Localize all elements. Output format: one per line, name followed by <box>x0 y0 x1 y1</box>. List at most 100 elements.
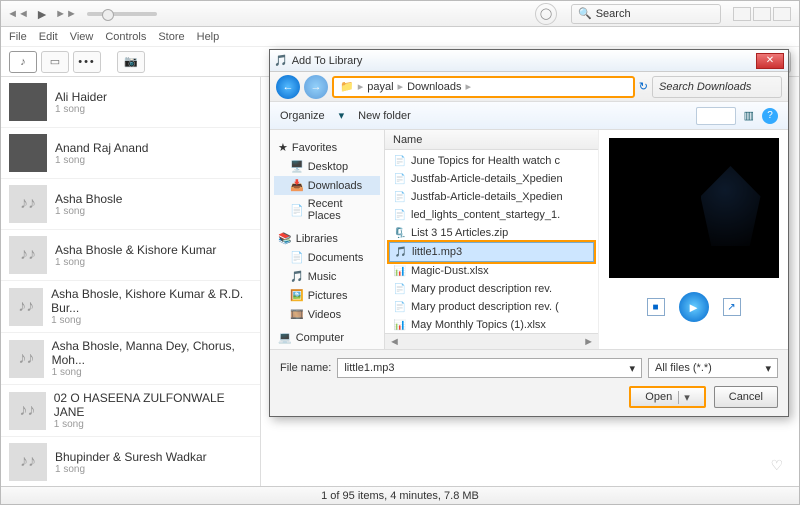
nav-fwd-button[interactable]: → <box>304 75 328 99</box>
close-button[interactable] <box>773 7 791 21</box>
artist-thumb: ♪♪ <box>9 236 47 274</box>
sidebar-libraries[interactable]: 📚Libraries <box>274 229 380 248</box>
search-input[interactable]: 🔍 Search <box>571 4 721 24</box>
sidebar-desktop[interactable]: 🖥️Desktop <box>274 157 380 176</box>
menu-bar: File Edit View Controls Store Help <box>1 27 799 47</box>
sidebar-recent[interactable]: 📄Recent Places <box>274 195 380 225</box>
file-name: Magic-Dust.xlsx <box>411 265 489 277</box>
preview-pane-icon[interactable]: ▥ <box>744 109 754 122</box>
prev-track-button[interactable]: ◄◄ <box>9 5 27 23</box>
folder-icon: 📁 <box>340 80 354 93</box>
artist-row[interactable]: Anand Raj Anand1 song <box>1 128 260 179</box>
sidebar-music[interactable]: 🎵Music <box>274 267 380 286</box>
help-icon[interactable]: ? <box>762 108 778 124</box>
preview-play-button[interactable]: ► <box>679 292 709 322</box>
filename-input[interactable]: little1.mp3▾ <box>337 358 642 378</box>
more-view-icon[interactable]: ••• <box>73 51 101 73</box>
min-button[interactable] <box>733 7 751 21</box>
menu-controls[interactable]: Controls <box>105 31 146 43</box>
file-icon: 📄 <box>393 154 407 168</box>
preview-expand-button[interactable]: ↗ <box>723 298 741 316</box>
preview-stop-button[interactable]: ■ <box>647 298 665 316</box>
sidebar-documents[interactable]: 📄Documents <box>274 248 380 267</box>
artist-thumb <box>9 134 47 172</box>
artist-name: 02 O HASEENA ZULFONWALE JANE <box>54 391 252 419</box>
artist-row[interactable]: ♪♪02 O HASEENA ZULFONWALE JANE1 song <box>1 385 260 437</box>
artist-thumb: ♪♪ <box>9 443 47 481</box>
column-header-name[interactable]: Name <box>385 130 598 150</box>
file-row[interactable]: 🎵little1.mp3 <box>389 242 594 262</box>
itunes-icon: 🎵 <box>274 54 288 67</box>
sidebar-computer[interactable]: 💻Computer <box>274 328 380 347</box>
menu-edit[interactable]: Edit <box>39 31 58 43</box>
filename-label: File name: <box>280 362 331 374</box>
next-track-button[interactable]: ►► <box>57 5 75 23</box>
nav-back-button[interactable]: ← <box>276 75 300 99</box>
organize-button[interactable]: Organize <box>280 110 325 122</box>
sidebar-downloads[interactable]: 📥Downloads <box>274 176 380 195</box>
new-folder-button[interactable]: New folder <box>358 110 411 122</box>
artist-row[interactable]: ♪♪Asha Bhosle1 song <box>1 179 260 230</box>
menu-help[interactable]: Help <box>197 31 220 43</box>
artist-row[interactable]: Ali Haider1 song <box>1 77 260 128</box>
menu-view[interactable]: View <box>70 31 94 43</box>
refresh-icon[interactable]: ↻ <box>639 80 648 93</box>
artist-name: Ali Haider <box>55 90 107 104</box>
breadcrumb[interactable]: 📁 ▸ payal ▸ Downloads ▸ <box>332 76 635 98</box>
artist-row[interactable]: ♪♪Bhupinder & Suresh Wadkar1 song <box>1 437 260 486</box>
sidebar-favorites[interactable]: ★Favorites <box>274 138 380 157</box>
device-icon[interactable]: 📷 <box>117 51 145 73</box>
view-mode-button[interactable] <box>696 107 736 125</box>
file-icon: 🗜️ <box>393 226 407 240</box>
max-button[interactable] <box>753 7 771 21</box>
file-row[interactable]: 📄led_lights_content_startegy_1. <box>389 206 594 224</box>
artist-list[interactable]: Ali Haider1 songAnand Raj Anand1 song♪♪A… <box>1 77 261 486</box>
artist-row[interactable]: ♪♪ Asha Bhosle, Kishore Kumar & R.D. Bur.… <box>1 281 260 333</box>
menu-file[interactable]: File <box>9 31 27 43</box>
dialog-title: Add To Library <box>292 55 363 67</box>
dialog-close-button[interactable]: ✕ <box>756 53 784 69</box>
file-row[interactable]: 📊Magic-Dust.xlsx <box>389 262 594 280</box>
preview-image <box>609 138 779 278</box>
dialog-nav: ← → 📁 ▸ payal ▸ Downloads ▸ ↻ Search Dow… <box>270 72 788 102</box>
artist-thumb: ♪♪ <box>9 392 46 430</box>
artist-sub: 1 song <box>55 206 122 217</box>
crumb-part[interactable]: payal <box>367 81 393 93</box>
file-row[interactable]: 📄Mary product description rev. <box>389 280 594 298</box>
volume-slider[interactable] <box>87 12 157 16</box>
file-row[interactable]: 📊May Monthly Topics (1).xlsx <box>389 316 594 333</box>
open-button[interactable]: Open▾ <box>629 386 705 408</box>
file-icon: 📊 <box>393 318 407 332</box>
menu-store[interactable]: Store <box>158 31 184 43</box>
dialog-search-input[interactable]: Search Downloads <box>652 76 782 98</box>
file-name: Justfab-Article-details_Xpedien <box>411 191 563 203</box>
artist-sub: 1 song <box>55 464 207 475</box>
file-row[interactable]: 📄June Topics for Health watch c <box>389 152 594 170</box>
file-name: Mary product description rev. ( <box>411 301 559 313</box>
file-row[interactable]: 📄Mary product description rev. ( <box>389 298 594 316</box>
crumb-part[interactable]: Downloads <box>407 81 461 93</box>
artist-name: Asha Bhosle, Kishore Kumar & R.D. Bur... <box>51 287 252 315</box>
file-row[interactable]: 📄Justfab-Article-details_Xpedien <box>389 170 594 188</box>
file-row[interactable]: 📄Justfab-Article-details_Xpedien <box>389 188 594 206</box>
cancel-button[interactable]: Cancel <box>714 386 778 408</box>
play-button[interactable]: ► <box>33 5 51 23</box>
h-scrollbar[interactable]: ◄► <box>385 333 598 349</box>
video-view-icon[interactable]: ▭ <box>41 51 69 73</box>
artist-name: Anand Raj Anand <box>55 141 148 155</box>
artist-thumb: ♪♪ <box>9 288 43 326</box>
sidebar-pictures[interactable]: 🖼️Pictures <box>274 286 380 305</box>
sidebar-videos[interactable]: 🎞️Videos <box>274 305 380 324</box>
filetype-filter[interactable]: All files (*.*)▾ <box>648 358 778 378</box>
favorite-icon[interactable]: ♡ <box>770 457 783 474</box>
file-name: Justfab-Article-details_Xpedien <box>411 173 563 185</box>
artist-sub: 1 song <box>55 155 148 166</box>
artist-row[interactable]: ♪♪Asha Bhosle, Manna Dey, Chorus, Moh...… <box>1 333 260 385</box>
dialog-sidebar[interactable]: ★Favorites 🖥️Desktop 📥Downloads 📄Recent … <box>270 130 385 349</box>
artist-row[interactable]: ♪♪Asha Bhosle & Kishore Kumar1 song <box>1 230 260 281</box>
music-view-icon[interactable]: ♪ <box>9 51 37 73</box>
file-list[interactable]: 📄June Topics for Health watch c📄Justfab-… <box>385 150 598 333</box>
file-row[interactable]: 🗜️List 3 15 Articles.zip <box>389 224 594 242</box>
account-button[interactable]: ◯ <box>535 3 557 25</box>
artist-thumb <box>9 83 47 121</box>
